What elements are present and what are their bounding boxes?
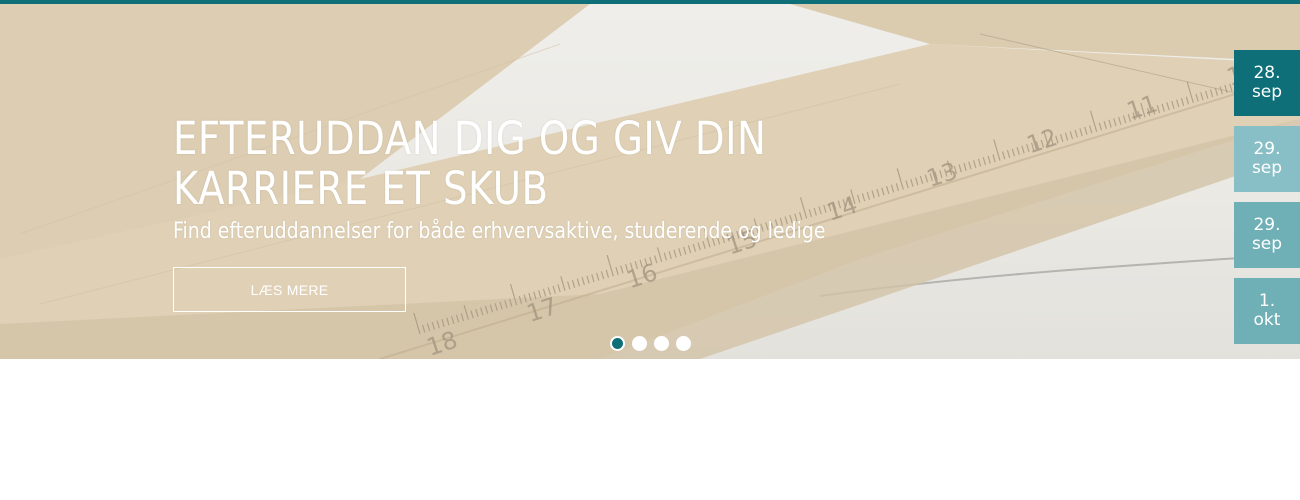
date-tab-month: sep bbox=[1251, 234, 1283, 254]
date-tab-4[interactable]: 1. okt bbox=[1234, 278, 1300, 344]
date-tab-month: sep bbox=[1251, 158, 1283, 178]
hero-title-line-2: KARRIERE ET SKUB bbox=[173, 162, 549, 215]
date-tab-month: sep bbox=[1251, 82, 1283, 102]
date-tab-day: 28. bbox=[1253, 63, 1281, 83]
slider-dot-1[interactable] bbox=[610, 336, 625, 351]
hero-subtitle: Find efteruddannelser for både erhvervsa… bbox=[173, 219, 826, 244]
date-tab-1[interactable]: 28. sep bbox=[1234, 50, 1300, 116]
event-date-tabs: 28. sep 29. sep 29. sep 1. okt bbox=[1234, 50, 1300, 354]
hero-title-line-1: EFTERUDDAN DIG OG GIV DIN bbox=[173, 112, 767, 165]
slider-dot-3[interactable] bbox=[654, 336, 669, 351]
date-tab-month: okt bbox=[1253, 310, 1281, 330]
slider-pagination bbox=[610, 336, 691, 351]
date-tab-3[interactable]: 29. sep bbox=[1234, 202, 1300, 268]
hero-title: EFTERUDDAN DIG OG GIV DIN KARRIERE ET SK… bbox=[173, 114, 1067, 214]
slider-dot-4[interactable] bbox=[676, 336, 691, 351]
date-tab-2[interactable]: 29. sep bbox=[1234, 126, 1300, 192]
hero-slider: 181716151413121110 EFTERUDDAN DIG OG GIV… bbox=[0, 4, 1300, 359]
date-tab-day: 1. bbox=[1258, 291, 1276, 311]
date-tab-day: 29. bbox=[1253, 139, 1281, 159]
read-more-button[interactable]: LÆS MERE bbox=[173, 267, 406, 312]
date-tab-day: 29. bbox=[1253, 215, 1281, 235]
hero-text-block: EFTERUDDAN DIG OG GIV DIN KARRIERE ET SK… bbox=[173, 114, 1073, 246]
slider-dot-2[interactable] bbox=[632, 336, 647, 351]
